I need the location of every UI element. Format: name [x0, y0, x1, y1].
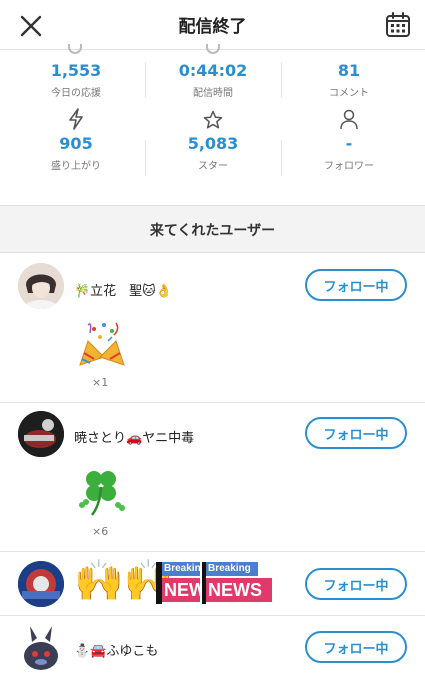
stat-label: 盛り上がり: [51, 161, 101, 172]
user-name[interactable]: ⛄🚘ふゆこも: [74, 640, 158, 659]
avatar[interactable]: [18, 561, 64, 607]
stat-stars: 5,083 スター: [143, 108, 283, 172]
avatar[interactable]: [18, 263, 64, 309]
list-item: 🙌🙌 Breaking NEWS Breaking NEWS フォロー中: [0, 552, 425, 616]
lightning-icon: [69, 108, 83, 130]
user-name[interactable]: 🎋立花 聖🐱👌: [74, 280, 172, 299]
stat-comments: 81 コメント: [279, 61, 419, 99]
page-title: 配信終了: [178, 17, 247, 37]
clock-icon: [206, 44, 220, 54]
banner-text: Breaking: [206, 562, 258, 576]
stat-label: フォロワー: [324, 161, 374, 172]
follow-button[interactable]: フォロー中: [305, 417, 407, 449]
person-icon: [340, 109, 358, 130]
stat-value: 81: [337, 61, 361, 80]
four-leaf-clover-gift-icon: [79, 471, 125, 516]
avatar[interactable]: [18, 411, 64, 457]
follow-button[interactable]: フォロー中: [305, 631, 407, 663]
timer-icon: [68, 44, 82, 54]
follow-button[interactable]: フォロー中: [305, 568, 407, 600]
section-header: 来てくれたユーザー: [0, 205, 425, 253]
banner-text: NEWS: [206, 578, 272, 602]
stat-value: 5,083: [187, 134, 239, 153]
header-bar: 配信終了: [0, 0, 425, 50]
gift-count: ×6: [92, 525, 109, 538]
stat-duration: 0:44:02 配信時間: [143, 61, 283, 99]
party-popper-gift-icon: [79, 322, 125, 366]
breaking-news-decoration: Breaking NEWS Breaking NEWS: [156, 562, 274, 604]
list-item: 🎋立花 聖🐱👌 フォロー中 ×1: [0, 253, 425, 403]
stat-label: 今日の応援: [51, 88, 101, 99]
divider: [281, 62, 282, 98]
section-title: 来てくれたユーザー: [149, 223, 276, 239]
stat-label: 配信時間: [193, 88, 233, 99]
stat-support: 1,553 今日の応援: [6, 61, 146, 99]
stat-value: 1,553: [50, 61, 102, 80]
divider: [145, 140, 146, 176]
stat-value: 905: [59, 134, 93, 153]
stat-value: 0:44:02: [178, 61, 248, 80]
stat-label: スター: [198, 161, 228, 172]
banner-text: Breaking: [162, 562, 200, 576]
follow-button[interactable]: フォロー中: [305, 269, 407, 301]
banner-text: NEWS: [162, 578, 200, 602]
star-icon: [203, 110, 223, 129]
user-name[interactable]: 暁さとり🚗ヤニ中毒: [74, 427, 194, 446]
stat-excitement: 905 盛り上がり: [6, 108, 146, 172]
calendar-icon[interactable]: [383, 10, 413, 40]
stat-followers: - フォロワー: [279, 108, 419, 172]
gift-count: ×1: [92, 376, 109, 389]
list-item: 暁さとり🚗ヤニ中毒 フォロー中 ×6: [0, 403, 425, 552]
divider: [145, 62, 146, 98]
stat-label: コメント: [329, 88, 369, 99]
list-item: ⛄🚘ふゆこも フォロー中: [0, 616, 425, 680]
stats-panel: 1,553 今日の応援 0:44:02 配信時間 81 コメント 905 盛り上…: [0, 44, 425, 205]
avatar[interactable]: [18, 624, 64, 670]
divider: [281, 140, 282, 176]
stat-value: -: [345, 134, 353, 153]
